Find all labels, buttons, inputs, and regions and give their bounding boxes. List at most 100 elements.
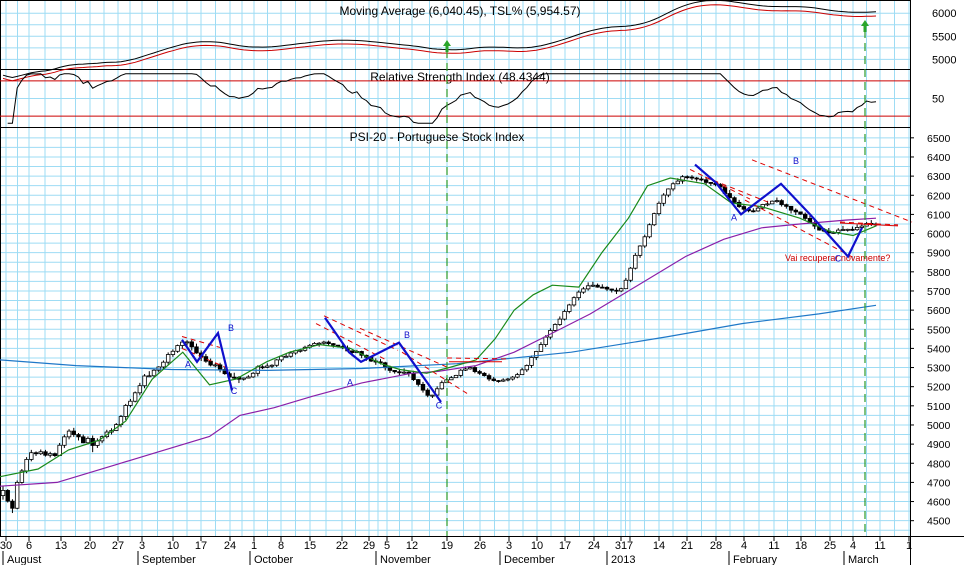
candle-body [765,203,770,206]
candle-body [590,284,596,287]
x-month-label: 2013 [611,554,635,565]
x-month-label: March [848,554,879,565]
candle-body [628,267,633,281]
x-tick-label: 18 [795,540,807,552]
candle-body [661,194,666,204]
candle-body [10,500,15,509]
x-tick-label: 1 [906,540,912,552]
candle-body [321,341,327,344]
candle-body [496,380,501,382]
panel-frames [0,0,964,565]
x-tick-label: 29 [363,540,375,552]
candle-body [38,451,43,455]
x-tick-label: 21 [681,540,693,552]
price-y-tick-label: 4600 [927,497,951,509]
price-y-tick-label: 6300 [927,171,951,183]
candle-body [85,437,91,444]
candle-body [519,369,525,376]
candle-body [784,204,789,207]
price-y-tick-label: 4800 [927,458,951,470]
candle-body [482,372,487,376]
candle-body [76,434,81,438]
candle-body [585,285,591,290]
ma-panel-title: Moving Average (6,040.45), TSL% (5,954.5… [339,4,580,18]
x-tick-label: 11 [768,540,779,552]
candle-body [232,376,237,379]
candle-body [614,289,619,292]
buy-arrow-icon [861,20,869,32]
price-y-tick-label: 6400 [927,152,951,164]
candle-body [392,370,397,373]
candle-body [486,375,492,380]
candle-body [859,225,865,228]
price-y-tick-label: 5200 [927,382,951,394]
candle-body [751,210,756,213]
candle-body [571,297,577,306]
x-tick-label: 3 [506,540,512,552]
price-y-tick-label: 4900 [927,439,951,451]
rsi-panel-title: Relative Strength Index (48.4344) [370,70,549,84]
candle-body [769,200,775,205]
x-tick-label: 27 [112,540,124,552]
x-month-label: October [254,554,293,565]
candle-body [62,436,67,446]
candle-body [755,207,761,212]
x-tick-label: 24 [588,540,600,552]
x-tick-label: 1 [251,540,257,552]
price-y-tick-label: 6100 [927,209,951,221]
ma-y-tick-label: 6000 [932,8,956,20]
candle-body [420,383,426,391]
candle-body [510,376,515,380]
candle-body [132,392,138,402]
x-tick-label: 20 [84,540,96,552]
price-y-tick-label: 5400 [927,343,951,355]
candle-body [656,202,662,215]
x-tick-label: 12 [406,540,418,552]
wave-label: C [835,253,842,263]
price-y-tick-label: 6500 [927,133,951,145]
candle-body [472,367,478,372]
candle-body [52,453,58,456]
x-month-label: November [380,554,431,565]
candle-body [854,227,860,231]
price-y-tick-label: 5000 [927,420,951,432]
candle-body [703,179,709,183]
candle-body [694,177,699,180]
candle-body [538,344,544,352]
price-panel-title: PSI-20 - Portuguese Stock Index [350,130,525,144]
candle-body [505,378,511,381]
candle-body [576,291,581,299]
wave-label: B [228,323,234,333]
candle-body [699,178,704,181]
buy-arrow-icon [443,40,451,52]
candle-body [175,345,180,352]
candle-body [793,209,798,213]
x-tick-label: 31 [615,540,627,552]
candle-body [637,245,643,256]
x-tick-label: 24 [224,540,236,552]
candle-body [24,459,29,472]
price-y-tick-label: 5700 [927,286,951,298]
price-y-tick-label: 5500 [927,324,951,336]
candle-body [604,286,610,290]
candle-body [81,436,86,444]
candle-body [33,452,39,455]
price-y-tick-label: 4700 [927,477,951,489]
candle-body [534,351,539,358]
x-tick-label: 30 [0,540,12,552]
candle-body [515,374,520,378]
candle-body [279,355,284,361]
candle-body [501,379,506,382]
candle-body [675,180,681,185]
candle-body [803,213,808,219]
wave-label: A [185,360,191,370]
candle-body [557,318,563,325]
candle-body [477,371,482,374]
candle-body [66,430,72,438]
x-tick-label: 4 [741,540,747,552]
candle-body [836,229,841,233]
price-y-tick-label: 6000 [927,229,951,241]
candle-body [250,372,256,378]
candle-body [467,367,473,370]
candle-body [845,228,850,231]
